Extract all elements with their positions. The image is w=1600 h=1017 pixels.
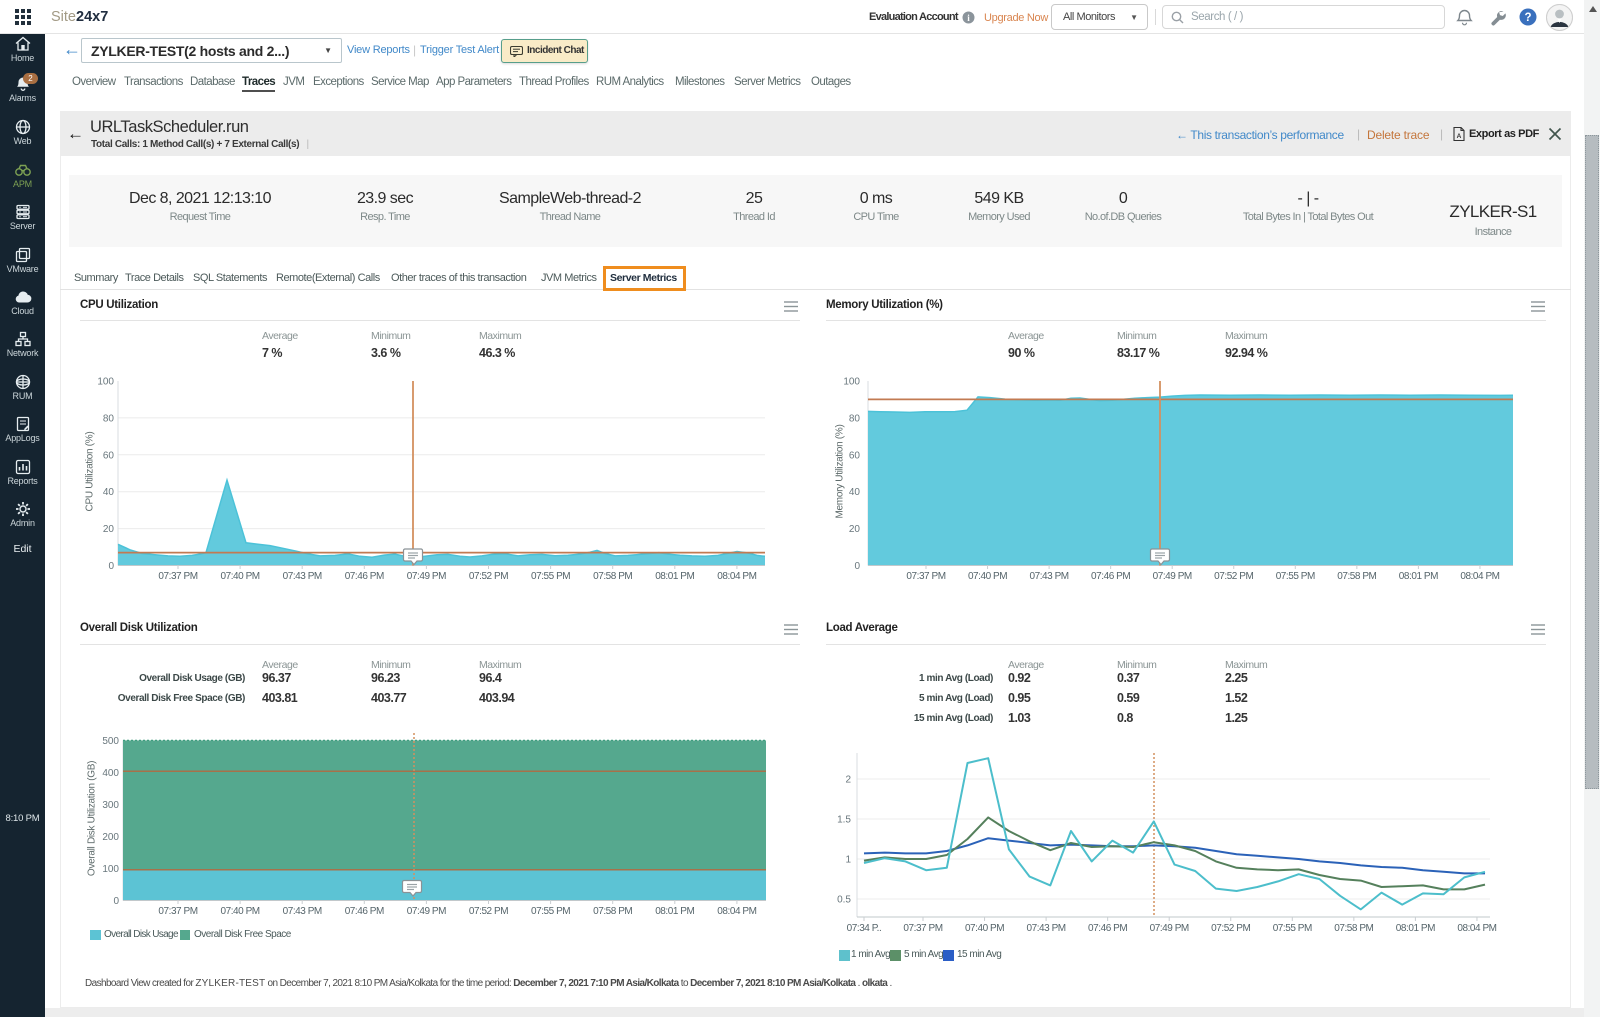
svg-text:0.5: 0.5: [837, 895, 851, 906]
svg-text:07:43 PM: 07:43 PM: [283, 571, 322, 582]
svg-text:07:43 PM: 07:43 PM: [1026, 923, 1065, 934]
svg-text:08:04 PM: 08:04 PM: [1460, 571, 1499, 582]
svg-text:100: 100: [97, 377, 114, 388]
svg-text:07:58 PM: 07:58 PM: [1334, 923, 1373, 934]
svg-text:1.5: 1.5: [837, 815, 851, 826]
svg-text:07:43 PM: 07:43 PM: [283, 906, 322, 917]
svg-text:0: 0: [113, 896, 119, 907]
svg-text:07:46 PM: 07:46 PM: [1091, 571, 1130, 582]
svg-text:08:01 PM: 08:01 PM: [1399, 571, 1438, 582]
svg-text:08:01 PM: 08:01 PM: [1396, 923, 1435, 934]
svg-text:40: 40: [849, 487, 861, 498]
svg-text:07:37 PM: 07:37 PM: [906, 571, 945, 582]
svg-text:80: 80: [849, 413, 861, 424]
svg-text:07:52 PM: 07:52 PM: [469, 571, 508, 582]
svg-text:400: 400: [102, 768, 119, 779]
svg-text:07:46 PM: 07:46 PM: [1088, 923, 1127, 934]
svg-text:60: 60: [849, 450, 861, 461]
svg-text:07:40 PM: 07:40 PM: [965, 923, 1004, 934]
svg-text:1: 1: [845, 855, 851, 866]
svg-text:08:01 PM: 08:01 PM: [655, 906, 694, 917]
svg-text:80: 80: [103, 413, 115, 424]
svg-text:08:04 PM: 08:04 PM: [1457, 923, 1496, 934]
svg-text:20: 20: [849, 524, 861, 535]
svg-text:100: 100: [102, 864, 119, 875]
svg-text:20: 20: [103, 524, 115, 535]
svg-text:07:40 PM: 07:40 PM: [220, 906, 259, 917]
svg-text:07:52 PM: 07:52 PM: [1211, 923, 1250, 934]
svg-text:07:58 PM: 07:58 PM: [593, 571, 632, 582]
svg-text:07:55 PM: 07:55 PM: [531, 571, 570, 582]
svg-text:07:49 PM: 07:49 PM: [407, 906, 446, 917]
svg-text:100: 100: [843, 377, 860, 388]
svg-text:08:04 PM: 08:04 PM: [717, 906, 756, 917]
svg-text:?: ?: [1524, 12, 1531, 24]
svg-text:0: 0: [854, 561, 860, 572]
svg-text:07:37 PM: 07:37 PM: [158, 906, 197, 917]
svg-text:A: A: [1457, 133, 1462, 140]
svg-text:2: 2: [845, 775, 851, 786]
svg-text:07:55 PM: 07:55 PM: [531, 906, 570, 917]
svg-text:0: 0: [108, 561, 114, 572]
svg-text:07:58 PM: 07:58 PM: [1337, 571, 1376, 582]
svg-text:40: 40: [103, 487, 115, 498]
svg-text:500: 500: [102, 736, 119, 747]
svg-text:200: 200: [102, 832, 119, 843]
svg-text:07:52 PM: 07:52 PM: [469, 906, 508, 917]
svg-text:07:37 PM: 07:37 PM: [903, 923, 942, 934]
svg-text:08:01 PM: 08:01 PM: [655, 571, 694, 582]
svg-text:07:52 PM: 07:52 PM: [1214, 571, 1253, 582]
svg-text:08:04 PM: 08:04 PM: [717, 571, 756, 582]
svg-text:07:55 PM: 07:55 PM: [1276, 571, 1315, 582]
svg-text:07:58 PM: 07:58 PM: [593, 906, 632, 917]
svg-text:07:49 PM: 07:49 PM: [1150, 923, 1189, 934]
svg-text:07:43 PM: 07:43 PM: [1029, 571, 1068, 582]
svg-text:60: 60: [103, 450, 115, 461]
svg-text:07:49 PM: 07:49 PM: [407, 571, 446, 582]
svg-text:07:46 PM: 07:46 PM: [345, 906, 384, 917]
svg-text:07:40 PM: 07:40 PM: [220, 571, 259, 582]
svg-text:07:55 PM: 07:55 PM: [1273, 923, 1312, 934]
svg-text:07:40 PM: 07:40 PM: [968, 571, 1007, 582]
svg-text:07:37 PM: 07:37 PM: [158, 571, 197, 582]
svg-text:07:49 PM: 07:49 PM: [1153, 571, 1192, 582]
svg-text:07:46 PM: 07:46 PM: [345, 571, 384, 582]
svg-text:300: 300: [102, 800, 119, 811]
svg-text:07:34 P..: 07:34 P..: [847, 923, 882, 934]
